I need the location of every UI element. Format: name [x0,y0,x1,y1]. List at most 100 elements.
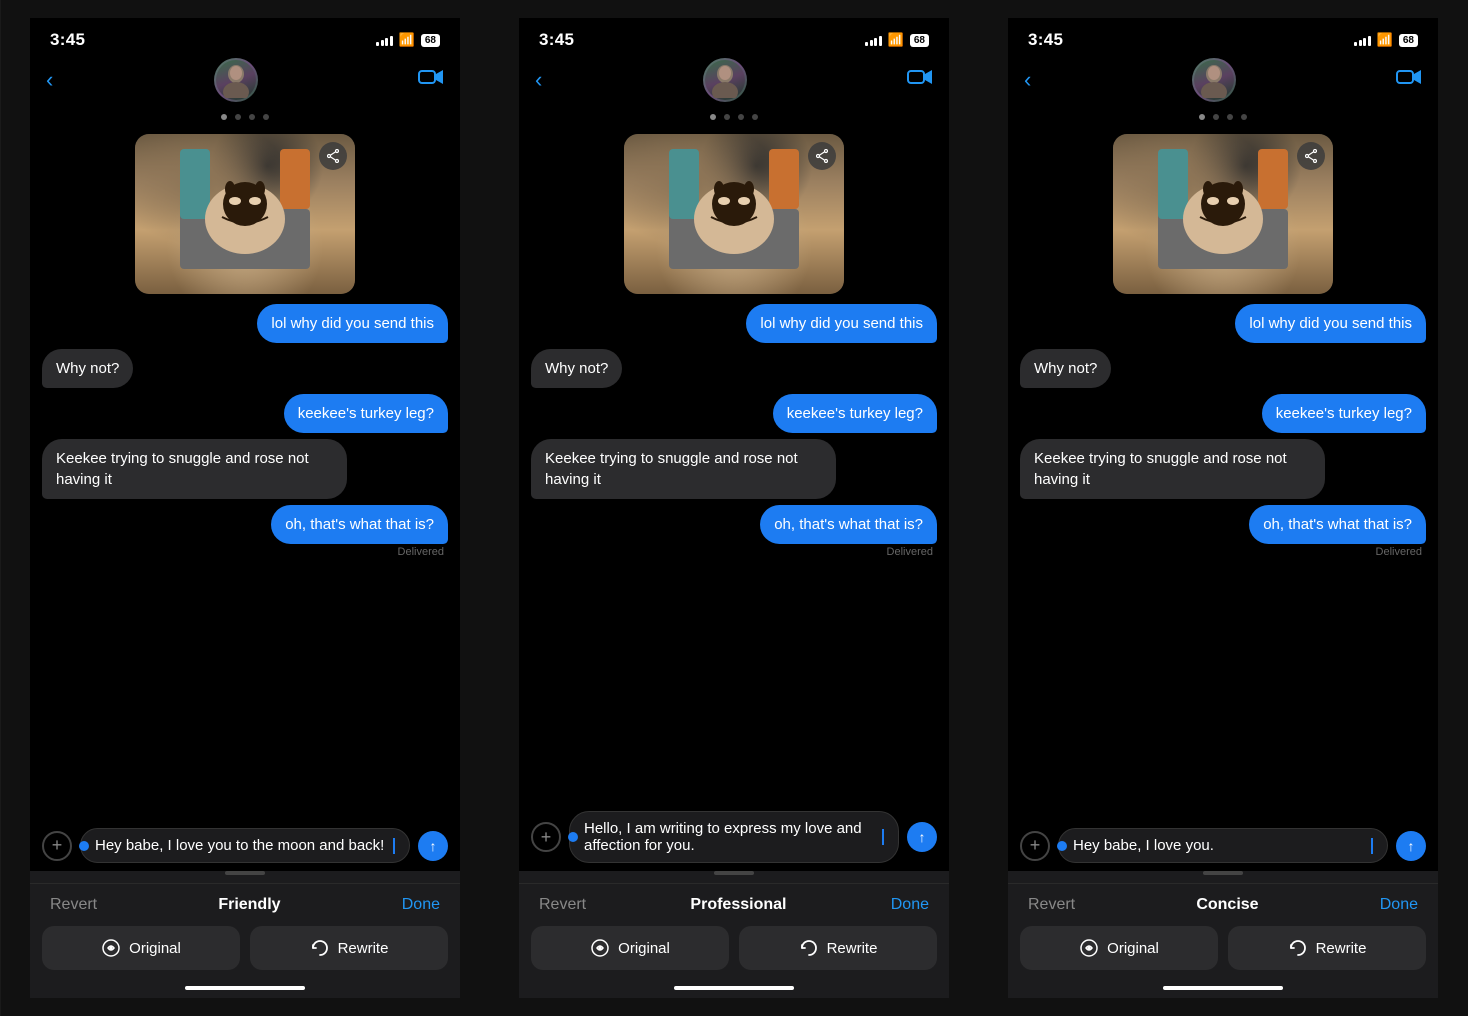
phone-3: 3:45 📶 68 ‹ [1008,18,1438,998]
rewrite-button-2[interactable]: Rewrite [739,926,937,970]
rewrite-label-2: Rewrite [827,940,878,957]
message-row-2-3: keekee's turkey leg? [531,394,937,433]
rewrite-button-1[interactable]: Rewrite [250,926,448,970]
input-wrapper-3[interactable]: Hey babe, I love you. [1058,828,1388,863]
original-button-2[interactable]: Original [531,926,729,970]
status-time-3: 3:45 [1028,30,1063,50]
done-button-1[interactable]: Done [402,896,440,914]
add-button-2[interactable]: + [531,822,561,852]
battery-3: 68 [1399,34,1418,47]
avatar-inner-1 [216,60,256,100]
video-icon-1 [418,68,444,86]
bubble-2-3: keekee's turkey leg? [773,394,937,433]
input-text-2[interactable]: Hello, I am writing to express my love a… [584,820,881,854]
dot-3-4 [1241,114,1247,120]
input-dot-2 [568,832,578,842]
bubble-3-3: keekee's turkey leg? [1262,394,1426,433]
bubble-2-4: Keekee trying to snuggle and rose not ha… [531,439,836,499]
phone-1-wrapper: 3:45 📶 68 ‹ [1,0,490,1016]
phone-2: 3:45 📶 68 ‹ [519,18,949,998]
video-icon-2 [907,68,933,86]
status-time-2: 3:45 [539,30,574,50]
add-button-3[interactable]: + [1020,831,1050,861]
cursor-1 [393,838,395,854]
share-button-3[interactable] [1297,142,1325,170]
done-button-2[interactable]: Done [891,896,929,914]
video-call-button-1[interactable] [418,68,444,92]
back-button-2[interactable]: ‹ [535,67,542,93]
wifi-icon-2: 📶 [888,32,904,48]
done-button-3[interactable]: Done [1380,896,1418,914]
nav-header-2: ‹ [519,54,949,110]
person-icon-1 [222,62,250,98]
message-row-1-5: oh, that's what that is? Delivered [42,505,448,558]
input-area-3: + Hey babe, I love you. ↑ [1008,820,1438,871]
cat-svg-1 [180,149,310,269]
video-call-button-3[interactable] [1396,68,1422,92]
status-bar-3: 3:45 📶 68 [1008,18,1438,54]
bubble-2-1: lol why did you send this [746,304,937,343]
messages-area-3: lol why did you send this Why not? keeke… [1008,126,1438,820]
avatar-2[interactable] [703,58,747,102]
status-bar-1: 3:45 📶 68 [30,18,460,54]
message-row-2-5: oh, that's what that is? Delivered [531,505,937,558]
rewrite-button-3[interactable]: Rewrite [1228,926,1426,970]
revert-button-3[interactable]: Revert [1028,896,1075,914]
message-row-1-2: Why not? [42,349,448,388]
status-bar-2: 3:45 📶 68 [519,18,949,54]
person-icon-2 [711,62,739,98]
revert-button-1[interactable]: Revert [50,896,97,914]
signal-icon-2 [865,34,882,46]
revert-button-2[interactable]: Revert [539,896,586,914]
dot-2-1 [710,114,716,120]
message-row-1-1: lol why did you send this [42,304,448,343]
share-button-2[interactable] [808,142,836,170]
input-wrapper-1[interactable]: Hey babe, I love you to the moon and bac… [80,828,410,863]
message-row-3-4: Keekee trying to snuggle and rose not ha… [1020,439,1426,499]
input-text-3[interactable]: Hey babe, I love you. [1073,837,1370,854]
bubble-3-4: Keekee trying to snuggle and rose not ha… [1020,439,1325,499]
rewrite-icon-1 [310,938,330,958]
bubble-1-1: lol why did you send this [257,304,448,343]
battery-2: 68 [910,34,929,47]
add-button-1[interactable]: + [42,831,72,861]
messages-area-1: lol why did you send this Why not? keeke… [30,126,460,820]
bubble-3-1: lol why did you send this [1235,304,1426,343]
input-wrapper-2[interactable]: Hello, I am writing to express my love a… [569,811,899,863]
wifi-icon-3: 📶 [1377,32,1393,48]
avatar-1[interactable] [214,58,258,102]
cat-photo-3 [1113,134,1333,294]
avatar-3[interactable] [1192,58,1236,102]
bottom-bar-2: Revert Professional Done Original [519,871,949,998]
back-button-1[interactable]: ‹ [46,67,53,93]
message-row-3-1: lol why did you send this [1020,304,1426,343]
bottom-handle-2 [714,871,754,875]
input-area-2: + Hello, I am writing to express my love… [519,803,949,871]
original-button-3[interactable]: Original [1020,926,1218,970]
status-icons-2: 📶 68 [865,32,929,48]
send-button-2[interactable]: ↑ [907,822,937,852]
share-button-1[interactable] [319,142,347,170]
original-button-1[interactable]: Original [42,926,240,970]
bottom-handle-3 [1203,871,1243,875]
phone-3-wrapper: 3:45 📶 68 ‹ [979,0,1468,1016]
send-button-3[interactable]: ↑ [1396,831,1426,861]
dot-2-2 [724,114,730,120]
original-icon-3 [1079,938,1099,958]
original-label-2: Original [618,940,670,957]
delivered-2: Delivered [887,546,937,558]
input-text-1[interactable]: Hey babe, I love you to the moon and bac… [95,837,392,854]
video-call-button-2[interactable] [907,68,933,92]
bottom-bar-3: Revert Concise Done Original [1008,871,1438,998]
rewrite-icon-2 [799,938,819,958]
wifi-icon-1: 📶 [399,32,415,48]
cursor-3 [1371,838,1373,854]
dot-2-3 [738,114,744,120]
nav-header-3: ‹ [1008,54,1438,110]
original-icon-2 [590,938,610,958]
send-button-1[interactable]: ↑ [418,831,448,861]
signal-icon-3 [1354,34,1371,46]
status-icons-1: 📶 68 [376,32,440,48]
cat-svg-2 [669,149,799,269]
back-button-3[interactable]: ‹ [1024,67,1031,93]
